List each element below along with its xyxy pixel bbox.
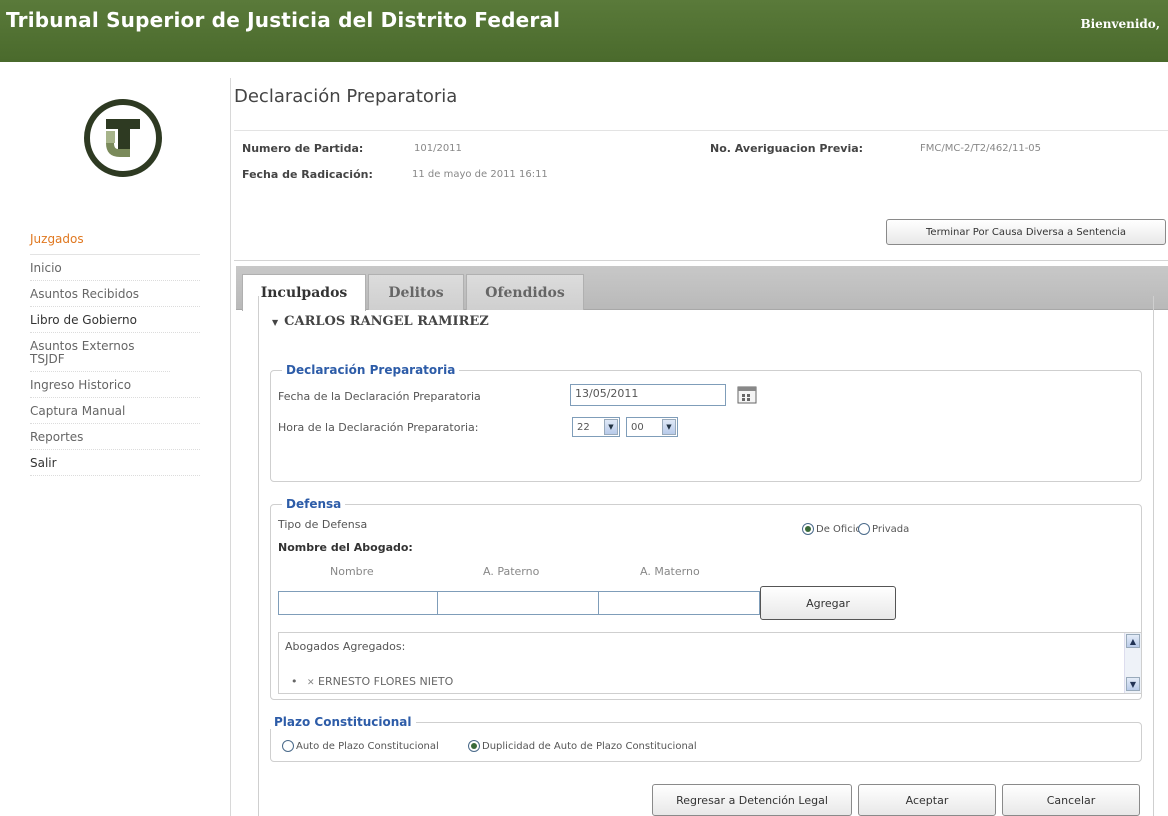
defensa-oficio-option[interactable]: De Oficio	[802, 523, 862, 535]
defensa-legend: Defensa	[282, 497, 346, 511]
tipo-defensa-label: Tipo de Defensa	[278, 518, 368, 531]
sidebar-item-inicio[interactable]: Inicio	[30, 255, 200, 281]
calendar-icon[interactable]	[737, 386, 757, 404]
sidebar-item-asuntos-recibidos[interactable]: Asuntos Recibidos	[30, 281, 200, 307]
chevron-down-icon: ▼	[604, 419, 618, 435]
welcome-text: Bienvenido,	[1080, 17, 1160, 31]
list-scrollbar[interactable]: ▲ ▼	[1124, 633, 1141, 693]
fecha-radicacion-label: Fecha de Radicación:	[242, 168, 373, 181]
apaterno-input[interactable]	[437, 591, 599, 615]
collapse-icon[interactable]: ▼	[272, 317, 278, 327]
oficio-label: De Oficio	[816, 523, 862, 535]
plazo-option-1[interactable]: Auto de Plazo Constitucional	[282, 740, 439, 752]
duplicidad-label: Duplicidad de Auto de Plazo Constitucion…	[482, 740, 697, 752]
sidebar-item-ingreso-historico[interactable]: Ingreso Historico	[30, 372, 200, 398]
sidebar-item-libro-de-gobierno[interactable]: Libro de Gobierno	[30, 307, 200, 333]
nombre-abogado-label: Nombre del Abogado:	[278, 541, 413, 554]
aceptar-button[interactable]: Aceptar	[858, 784, 996, 816]
col-paterno: A. Paterno	[483, 565, 540, 578]
page-title: Declaración Preparatoria	[234, 86, 458, 107]
minuto-value: 00	[631, 421, 644, 433]
app-title: Tribunal Superior de Justicia del Distri…	[6, 8, 561, 32]
radio-oficio[interactable]	[802, 523, 814, 535]
abogados-agregados-label: Abogados Agregados:	[285, 640, 406, 653]
averiguacion-value: FMC/MC-2/T2/462/11-05	[920, 143, 1042, 154]
abogado-name: ERNESTO FLORES NIETO	[318, 675, 454, 688]
content-divider	[230, 78, 231, 816]
chevron-down-icon: ▼	[662, 419, 676, 435]
col-materno: A. Materno	[640, 565, 700, 578]
minuto-select[interactable]: 00 ▼	[626, 417, 678, 437]
terminar-causa-button[interactable]: Terminar Por Causa Diversa a Sentencia	[886, 219, 1166, 245]
fecha-declaracion-label: Fecha de la Declaración Preparatoria	[278, 390, 481, 403]
sidebar: Juzgados Inicio Asuntos Recibidos Libro …	[30, 232, 200, 476]
hora-declaracion-label: Hora de la Declaración Preparatoria:	[278, 421, 479, 434]
inculpado-name: CARLOS RANGEL RAMIREZ	[284, 314, 489, 329]
app-header: Tribunal Superior de Justicia del Distri…	[0, 0, 1168, 62]
sidebar-item-captura-manual[interactable]: Captura Manual	[30, 398, 200, 424]
declaracion-legend: Declaración Preparatoria	[282, 363, 460, 377]
cancelar-button[interactable]: Cancelar	[1002, 784, 1140, 816]
amaterno-input[interactable]	[598, 591, 760, 615]
nombre-input[interactable]	[278, 591, 438, 615]
title-divider	[234, 130, 1168, 131]
list-item: • ✕ ERNESTO FLORES NIETO	[291, 675, 453, 688]
sidebar-heading: Juzgados	[30, 232, 200, 255]
sidebar-item-asuntos-externos[interactable]: Asuntos Externos TSJDF	[30, 333, 170, 372]
auto-plazo-label: Auto de Plazo Constitucional	[296, 740, 439, 752]
privada-label: Privada	[872, 523, 910, 535]
numero-partida-label: Numero de Partida:	[242, 142, 364, 155]
sidebar-item-reportes[interactable]: Reportes	[30, 424, 200, 450]
regresar-button[interactable]: Regresar a Detención Legal	[652, 784, 852, 816]
defensa-privada-option[interactable]: Privada	[858, 523, 909, 535]
numero-partida-value: 101/2011	[414, 143, 462, 154]
bullet-icon: •	[291, 675, 298, 688]
plazo-legend: Plazo Constitucional	[270, 715, 416, 729]
radio-privada[interactable]	[858, 523, 870, 535]
abogados-agregados-list[interactable]: Abogados Agregados: • ✕ ERNESTO FLORES N…	[278, 632, 1142, 694]
radio-auto-plazo[interactable]	[282, 740, 294, 752]
sidebar-item-salir[interactable]: Salir	[30, 450, 200, 476]
inculpado-header[interactable]: ▼ CARLOS RANGEL RAMIREZ	[272, 314, 489, 329]
hora-value: 22	[577, 421, 590, 433]
hora-select[interactable]: 22 ▼	[572, 417, 620, 437]
averiguacion-label: No. Averiguacion Previa:	[710, 142, 864, 155]
fecha-declaracion-input[interactable]: 13/05/2011	[570, 384, 726, 406]
section-divider	[234, 260, 1168, 261]
radio-duplicidad[interactable]	[468, 740, 480, 752]
col-nombre: Nombre	[330, 565, 374, 578]
remove-icon[interactable]: ✕	[307, 678, 315, 688]
fecha-radicacion-value: 11 de mayo de 2011 16:11	[412, 169, 548, 180]
tsjdf-logo-icon	[84, 99, 162, 177]
plazo-option-2[interactable]: Duplicidad de Auto de Plazo Constitucion…	[468, 740, 697, 752]
agregar-button[interactable]: Agregar	[760, 586, 896, 620]
scroll-down-icon[interactable]: ▼	[1126, 677, 1140, 691]
scroll-up-icon[interactable]: ▲	[1126, 634, 1140, 648]
